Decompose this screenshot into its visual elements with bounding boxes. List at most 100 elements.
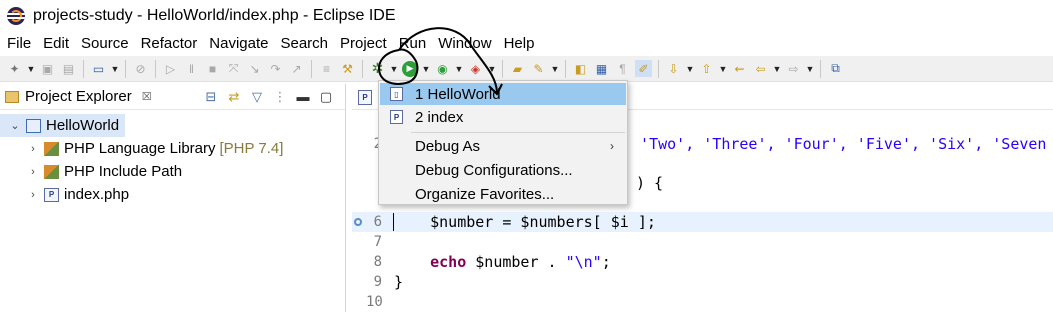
project-icon (26, 118, 41, 133)
menu-help[interactable]: Help (498, 35, 541, 52)
line-number: 9 (373, 274, 382, 290)
link-with-editor-icon[interactable]: ⇄ (227, 89, 241, 105)
chevron-right-icon[interactable]: › (27, 166, 39, 178)
debug-dropdown-menu: ▯ 1 HelloWorld P 2 index Debug As › Debu… (378, 80, 628, 205)
skip-breakpoints-icon[interactable]: ⊘ (132, 60, 149, 77)
step-over-icon[interactable]: ↷ (267, 60, 284, 77)
tree-item-helloworld[interactable]: ⌄ HelloWorld (0, 114, 125, 137)
pen-dropdown-icon[interactable]: ▼ (550, 60, 560, 77)
toolbar-separator (820, 59, 821, 78)
suspend-icon[interactable]: ‖ (183, 60, 200, 77)
menu-item-label: 2 index (415, 108, 464, 126)
window-titlebar: projects-study - HelloWorld/index.php - … (0, 0, 1053, 32)
code-text-strings: , 'Two', 'Three', 'Four', 'Five', 'Six',… (622, 135, 1047, 153)
tree-item-label: index.php (64, 186, 130, 203)
line-number: 8 (373, 254, 382, 270)
next-annotation-icon[interactable]: ⇩ (665, 60, 682, 77)
toolbar-separator (83, 59, 84, 78)
tree-item-index-php[interactable]: › P index.php (0, 183, 345, 206)
line-number: 7 (373, 234, 382, 250)
menu-item-label: Organize Favorites... (415, 185, 555, 203)
last-edit-location-icon[interactable]: ⇜ (731, 60, 748, 77)
new-dropdown-icon[interactable]: ▼ (26, 60, 36, 77)
disconnect-icon[interactable]: ⤧ (225, 60, 242, 77)
menu-item-debug-as[interactable]: Debug As › (380, 135, 626, 157)
occurrence-marker-icon (354, 218, 362, 226)
use-step-filters-icon[interactable]: ≡ (318, 60, 335, 77)
filter-icon[interactable]: ▽ (250, 89, 264, 105)
open-type-icon[interactable]: ◧ (572, 60, 589, 77)
coverage-dropdown-icon[interactable]: ▼ (454, 60, 464, 77)
tree-item-php-language-library[interactable]: › PHP Language Library [PHP 7.4] (0, 137, 345, 160)
php-version-tag: [PHP 7.4] (219, 140, 284, 157)
library-icon (44, 141, 59, 156)
back-icon[interactable]: ⇦ (752, 60, 769, 77)
menu-refactor[interactable]: Refactor (135, 35, 204, 52)
menu-project[interactable]: Project (334, 35, 393, 52)
menu-source[interactable]: Source (75, 35, 135, 52)
project-tree: ⌄ HelloWorld › PHP Language Library [PHP… (0, 110, 345, 206)
maximize-icon[interactable]: ▢ (319, 89, 333, 105)
step-into-icon[interactable]: ↘ (246, 60, 263, 77)
forward-icon[interactable]: ⇨ (785, 60, 802, 77)
previous-annotation-icon[interactable]: ⇧ (698, 60, 715, 77)
run-dropdown-icon[interactable]: ▼ (421, 60, 431, 77)
view-menu-icon[interactable]: ⋮ (273, 89, 287, 105)
chevron-right-icon[interactable]: › (27, 189, 39, 201)
menu-run[interactable]: Run (393, 35, 433, 52)
show-whitespace-icon[interactable]: ¶ (614, 60, 631, 77)
terminal-dropdown-icon[interactable]: ▼ (110, 60, 120, 77)
toolbar-separator (125, 59, 126, 78)
collapse-all-icon[interactable]: ⊟ (204, 89, 218, 105)
chevron-down-icon[interactable]: ⌄ (9, 119, 21, 132)
menu-window[interactable]: Window (432, 35, 497, 52)
php-tools-icon[interactable]: ⚒ (339, 60, 356, 77)
toolbar-separator (362, 59, 363, 78)
debug-bug-icon[interactable]: ✲ (369, 60, 386, 77)
toolbar-separator (658, 59, 659, 78)
run-play-icon[interactable]: ▶ (402, 60, 418, 77)
menu-search[interactable]: Search (274, 35, 334, 52)
next-annotation-dropdown-icon[interactable]: ▼ (685, 60, 695, 77)
mark-occurrences-icon[interactable]: ✐ (635, 60, 652, 77)
menu-edit[interactable]: Edit (37, 35, 75, 52)
menu-navigate[interactable]: Navigate (203, 35, 274, 52)
resume-icon[interactable]: ▷ (162, 60, 179, 77)
tree-item-label: PHP Language Library (64, 140, 216, 157)
back-dropdown-icon[interactable]: ▼ (772, 60, 782, 77)
external-tools-icon[interactable]: ◈ (467, 60, 484, 77)
eclipse-logo-icon (7, 7, 25, 25)
pen-icon[interactable]: ✎ (530, 60, 547, 77)
php-file-icon[interactable]: P (358, 90, 372, 105)
forward-dropdown-icon[interactable]: ▼ (805, 60, 815, 77)
terminal-icon[interactable]: ▭ (90, 60, 107, 77)
menu-file[interactable]: File (0, 35, 37, 52)
close-view-icon[interactable]: ☒ (142, 90, 152, 103)
previous-annotation-dropdown-icon[interactable]: ▼ (718, 60, 728, 77)
menu-item-debug-configurations[interactable]: Debug Configurations... (380, 159, 626, 181)
toolbar-separator (565, 59, 566, 78)
coverage-icon[interactable]: ◉ (434, 60, 451, 77)
external-tools-dropdown-icon[interactable]: ▼ (487, 60, 497, 77)
debug-dropdown-icon[interactable]: ▼ (389, 60, 399, 77)
save-icon[interactable]: ▣ (39, 60, 56, 77)
string-literal: "\n" (565, 253, 602, 271)
open-folder-icon[interactable]: ▰ (509, 60, 526, 77)
chevron-right-icon[interactable]: › (27, 143, 39, 155)
save-all-icon[interactable]: ▤ (60, 60, 77, 77)
menu-item-helloworld[interactable]: ▯ 1 HelloWorld (380, 83, 626, 105)
minimize-icon[interactable]: ▬ (296, 89, 310, 104)
terminate-icon[interactable]: ■ (204, 60, 221, 77)
code-line: 9 } (352, 272, 1053, 292)
new-icon[interactable]: ✦ (6, 60, 23, 77)
code-line-current: 6 $number = $numbers[ $i ]; (352, 212, 1053, 232)
pin-editor-icon[interactable]: ⧉ (827, 60, 844, 77)
menu-item-index[interactable]: P 2 index (380, 106, 626, 128)
open-task-icon[interactable]: ▦ (593, 60, 610, 77)
tree-item-php-include-path[interactable]: › PHP Include Path (0, 160, 345, 183)
menu-item-label: Debug As (415, 137, 481, 155)
menu-item-organize-favorites[interactable]: Organize Favorites... (380, 183, 626, 205)
project-explorer-title[interactable]: Project Explorer (25, 88, 132, 105)
tree-item-label: PHP Include Path (64, 163, 183, 180)
step-return-icon[interactable]: ↗ (288, 60, 305, 77)
